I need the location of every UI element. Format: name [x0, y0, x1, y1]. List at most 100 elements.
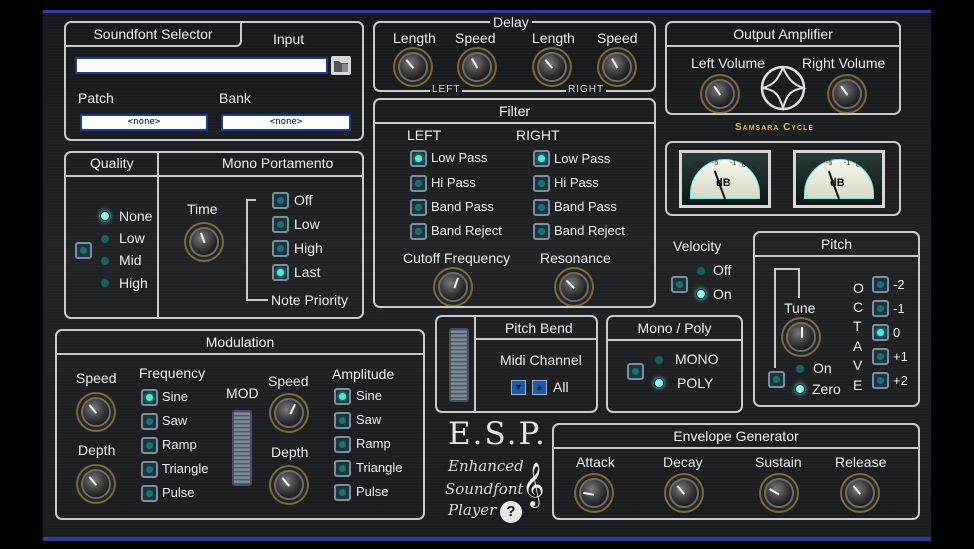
priority-low-button[interactable]: [272, 216, 289, 233]
amp-pulse-button[interactable]: [334, 484, 351, 501]
freq-pulse-button[interactable]: [141, 485, 158, 502]
filter-left-lowpass-button[interactable]: [410, 150, 427, 167]
portamento-time-knob[interactable]: [189, 227, 219, 257]
tune-button[interactable]: [768, 371, 785, 388]
delay-right-speed-knob[interactable]: [602, 52, 632, 82]
right-vu-meter: -20 -5 -1 0 3 dB: [793, 150, 885, 208]
midi-channel-value: All: [553, 379, 569, 395]
octave-plus2-button[interactable]: [872, 372, 889, 389]
amp-sine-label: Sine: [356, 388, 383, 403]
mono-poly-button[interactable]: [627, 363, 644, 380]
sustain-knob[interactable]: [764, 478, 794, 508]
delay-title: Delay: [490, 14, 532, 30]
mod-freq-speed-knob[interactable]: [81, 397, 111, 427]
amp-ramp-button[interactable]: [334, 436, 351, 453]
envelope-generator-title: Envelope Generator: [554, 425, 918, 449]
freq-sine-button[interactable]: [141, 389, 158, 406]
delay-left-speed-knob[interactable]: [462, 52, 492, 82]
filter-right-hipass-label: Hi Pass: [554, 175, 599, 190]
soundfont-input-field[interactable]: [75, 57, 328, 74]
midi-channel-up-icon[interactable]: ▲: [532, 380, 547, 395]
bank-select[interactable]: <none>: [221, 114, 351, 131]
left-volume-knob[interactable]: [705, 79, 735, 109]
octave-plus1-button[interactable]: [872, 348, 889, 365]
filter-left-bandpass-button[interactable]: [410, 199, 427, 216]
esp-logo-player: Player: [448, 501, 497, 519]
priority-bracket-bottom: [246, 299, 268, 301]
resonance-label: Resonance: [540, 250, 611, 266]
cutoff-frequency-knob[interactable]: [438, 272, 468, 302]
freq-saw-button[interactable]: [141, 413, 158, 430]
mod-freq-speed-label: Speed: [76, 370, 117, 386]
tune-on-led[interactable]: [795, 364, 805, 374]
velocity-off-label: Off: [713, 262, 732, 278]
quality-high-led[interactable]: [100, 278, 110, 288]
tune-zero-led[interactable]: [795, 384, 805, 394]
priority-low-label: Low: [294, 216, 320, 232]
pitch-bend-title: Pitch Bend: [505, 320, 573, 336]
filter-right-hipass-button[interactable]: [533, 175, 550, 192]
octave-minus1-button[interactable]: [872, 300, 889, 317]
patch-select[interactable]: <none>: [80, 114, 208, 131]
filter-right-lowpass-button[interactable]: [533, 150, 550, 167]
sustain-label: Sustain: [755, 454, 802, 470]
mod-freq-depth-knob[interactable]: [81, 469, 111, 499]
quality-none-led[interactable]: [100, 211, 110, 221]
mod-wheel-slider[interactable]: [232, 410, 252, 486]
octave-minus1-label: -1: [893, 301, 905, 316]
amplitude-label: Amplitude: [332, 366, 395, 382]
freq-triangle-button[interactable]: [141, 461, 158, 478]
filter-left-lowpass-label: Low Pass: [431, 150, 488, 165]
freq-sine-label: Sine: [162, 389, 189, 404]
velocity-on-led[interactable]: [696, 289, 706, 299]
velocity-button[interactable]: [671, 276, 688, 293]
poly-led[interactable]: [654, 378, 664, 388]
release-knob[interactable]: [845, 478, 875, 508]
quality-mid-led[interactable]: [100, 256, 110, 266]
quality-button[interactable]: [75, 242, 92, 259]
priority-high-button[interactable]: [272, 240, 289, 257]
left-vu-meter: -20 -5 -1 0 3 dB: [679, 150, 771, 208]
amp-saw-button[interactable]: [334, 412, 351, 429]
tune-knob[interactable]: [786, 322, 816, 352]
filter-right-bandpass-button[interactable]: [533, 199, 550, 216]
freq-ramp-button[interactable]: [141, 437, 158, 454]
octave-zero-button[interactable]: [872, 324, 889, 341]
delay-left-length-label: Length: [393, 30, 436, 46]
mod-freq-depth-label: Depth: [78, 442, 116, 458]
right-volume-label: Right Volume: [802, 55, 886, 71]
help-icon[interactable]: ?: [500, 501, 522, 523]
amp-triangle-button[interactable]: [334, 460, 351, 477]
right-volume-knob[interactable]: [832, 79, 862, 109]
amp-sine-button[interactable]: [334, 388, 351, 405]
priority-last-button[interactable]: [272, 264, 289, 281]
quality-low-label: Low: [119, 230, 145, 246]
midi-channel-down-icon[interactable]: ▼: [511, 380, 526, 395]
freq-ramp-label: Ramp: [162, 437, 197, 452]
delay-right-length-knob[interactable]: [537, 52, 567, 82]
priority-off-button[interactable]: [272, 192, 289, 209]
filter-left-bandreject-button[interactable]: [410, 223, 427, 240]
mod-amp-depth-knob[interactable]: [274, 470, 304, 500]
octave-minus2-button[interactable]: [872, 276, 889, 293]
delay-left-label: LEFT: [430, 84, 463, 95]
midi-channel-label: Midi Channel: [500, 352, 582, 368]
filter-right-bandreject-button[interactable]: [533, 223, 550, 240]
attack-knob[interactable]: [579, 478, 609, 508]
filter-left-hipass-button[interactable]: [410, 175, 427, 192]
portamento-time-label: Time: [187, 201, 218, 217]
delay-right-label: RIGHT: [566, 84, 607, 95]
decay-knob[interactable]: [669, 478, 699, 508]
mono-led[interactable]: [654, 355, 664, 365]
octave-zero-label: 0: [893, 325, 901, 340]
amp-pulse-label: Pulse: [356, 484, 389, 499]
freq-saw-label: Saw: [162, 413, 188, 428]
pitch-bend-slider[interactable]: [449, 328, 469, 402]
quality-low-led[interactable]: [100, 234, 110, 244]
mod-amp-speed-knob[interactable]: [274, 398, 304, 428]
delay-left-length-knob[interactable]: [398, 52, 428, 82]
quality-high-label: High: [119, 275, 148, 291]
resonance-knob[interactable]: [559, 272, 589, 302]
folder-icon[interactable]: [331, 56, 351, 75]
velocity-off-led[interactable]: [696, 266, 706, 276]
